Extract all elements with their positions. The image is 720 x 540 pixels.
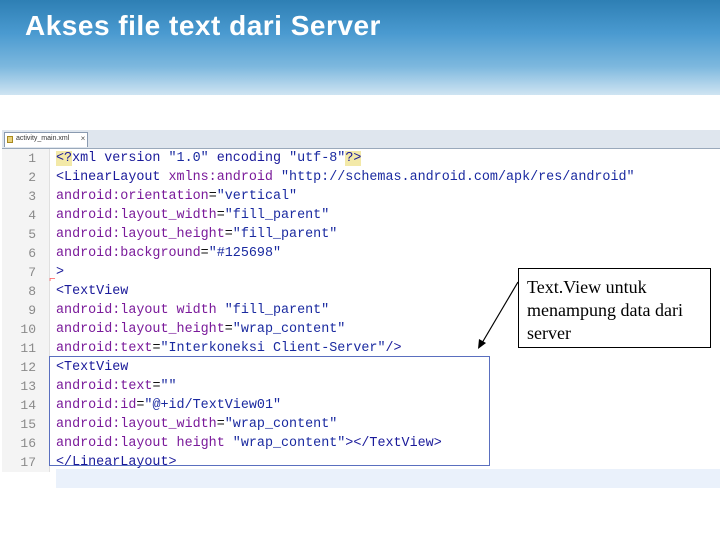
callout-arrow [478,281,519,349]
